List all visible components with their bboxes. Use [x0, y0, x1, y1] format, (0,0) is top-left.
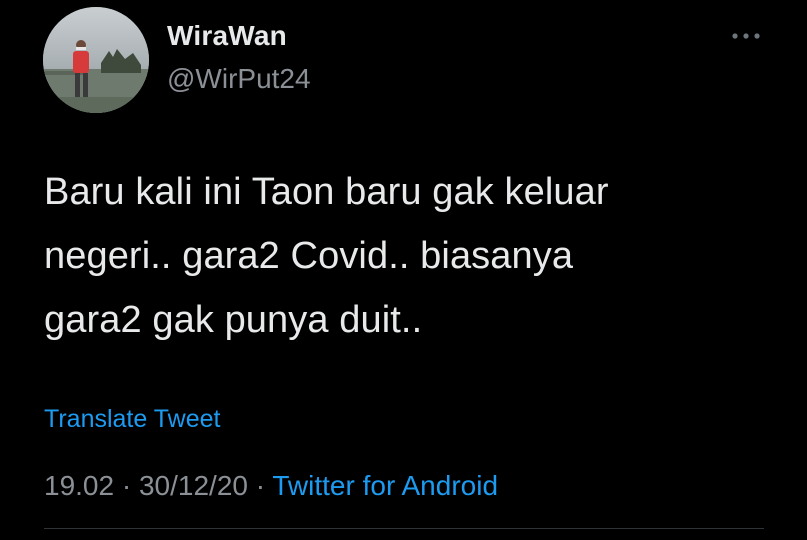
- avatar[interactable]: [43, 7, 149, 113]
- author-handle[interactable]: @WirPut24: [167, 63, 311, 95]
- tweet: WiraWan @WirPut24 Baru kali ini Taon bar…: [0, 0, 807, 540]
- tweet-time[interactable]: 19.02: [44, 470, 114, 501]
- tweet-text: Baru kali ini Taon baru gak keluar neger…: [44, 171, 609, 341]
- translate-tweet-link[interactable]: Translate Tweet: [44, 405, 220, 434]
- meta-separator: ·: [121, 470, 132, 501]
- tweet-metadata: 19.02 · 30/12/20 · Twitter for Android: [44, 470, 498, 502]
- tweet-date[interactable]: 30/12/20: [139, 470, 248, 501]
- more-options-button[interactable]: [728, 26, 764, 46]
- avatar-photo: [43, 7, 149, 113]
- tweet-source-link[interactable]: Twitter for Android: [272, 470, 498, 501]
- more-options-icon: [732, 33, 760, 39]
- meta-separator: ·: [255, 470, 266, 501]
- divider: [44, 528, 764, 529]
- author-display-name[interactable]: WiraWan: [167, 20, 287, 52]
